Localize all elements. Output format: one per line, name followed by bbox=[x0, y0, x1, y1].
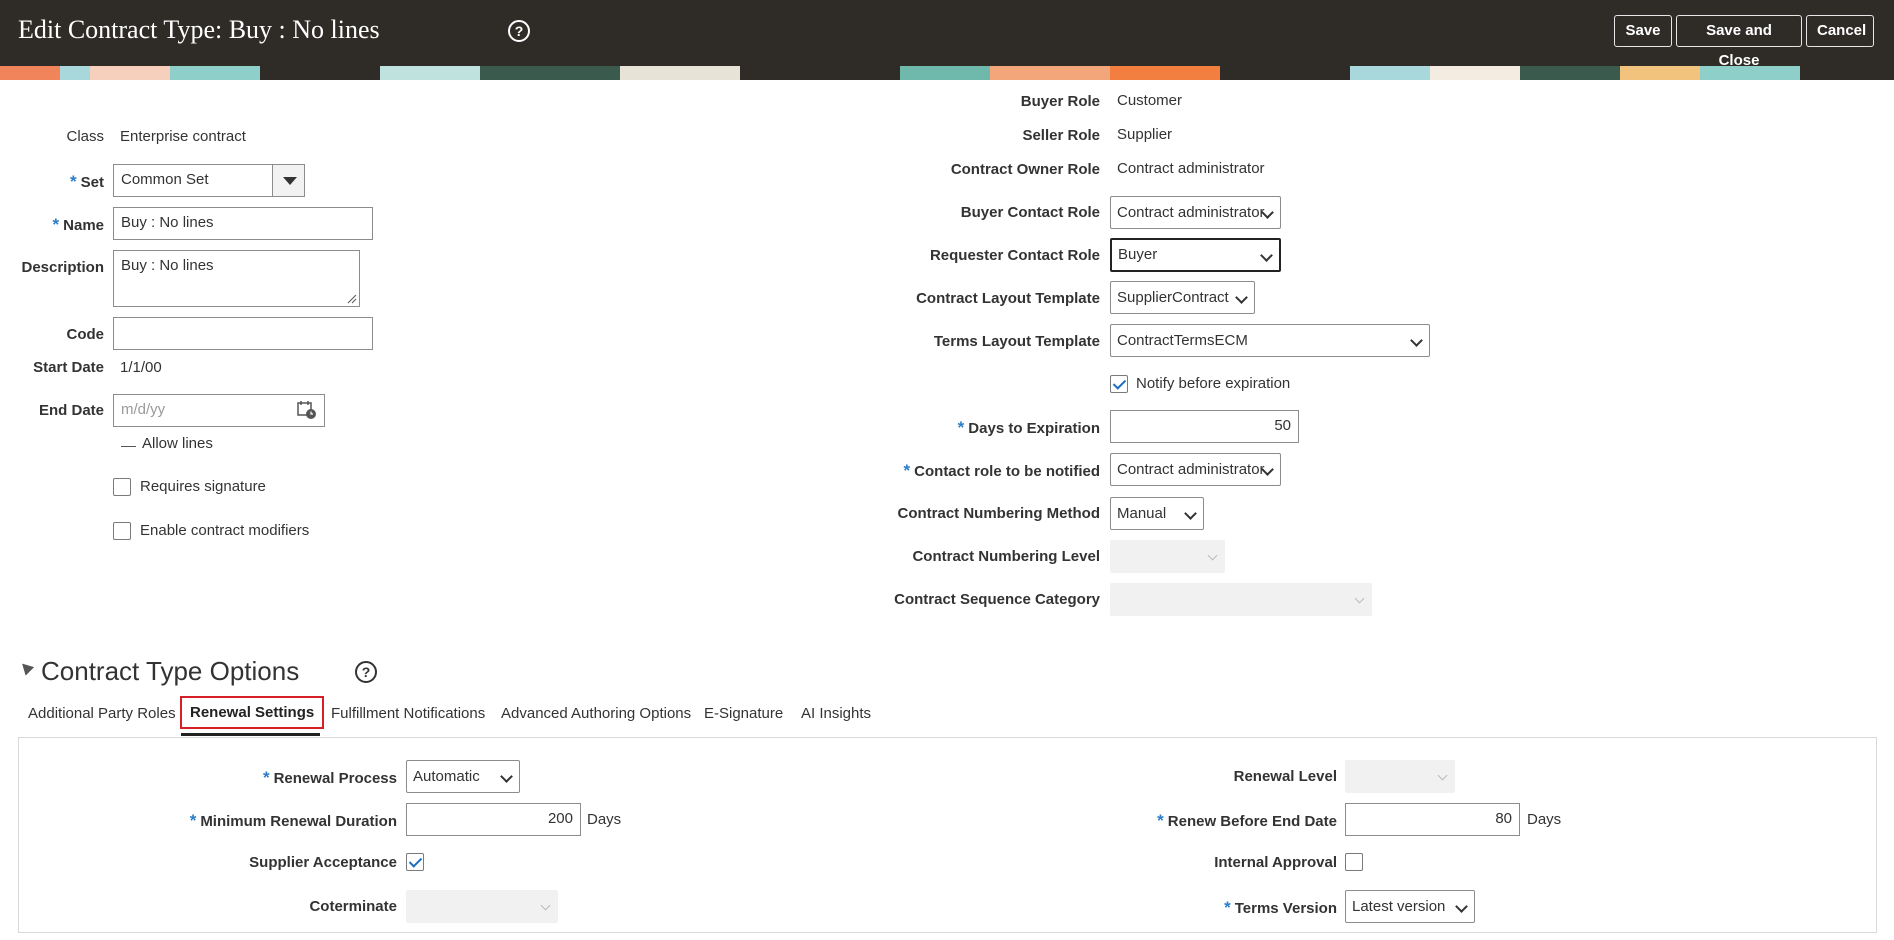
name-label: * Name bbox=[52, 215, 104, 234]
code-label: Code bbox=[66, 326, 105, 343]
internal-approval-label: Internal Approval bbox=[1214, 854, 1337, 871]
contract-numbering-level-select bbox=[1110, 540, 1225, 573]
renew-before-end-date-field[interactable]: 80 bbox=[1345, 803, 1520, 836]
contract-owner-role-value: Contract administrator bbox=[1117, 160, 1265, 177]
terms-version-label: * Terms Version bbox=[1224, 898, 1337, 917]
class-label: Class bbox=[66, 128, 104, 145]
coterminate-select bbox=[406, 890, 558, 923]
contract-numbering-level-label: Contract Numbering Level bbox=[912, 548, 1100, 565]
supplier-acceptance-label: Supplier Acceptance bbox=[249, 854, 397, 871]
renewal-level-label: Renewal Level bbox=[1233, 768, 1337, 785]
resize-handle-icon[interactable] bbox=[347, 294, 357, 304]
caret-down-icon bbox=[283, 177, 297, 185]
chevron-down-icon bbox=[1260, 249, 1273, 262]
buyer-role-value: Customer bbox=[1117, 92, 1183, 109]
chevron-down-icon bbox=[1235, 291, 1248, 304]
allow-lines-label: Allow lines bbox=[142, 435, 213, 452]
tab-renewal-settings[interactable]: Renewal Settings bbox=[180, 696, 325, 729]
notify-before-expiration-checkbox[interactable] bbox=[1110, 375, 1128, 393]
chevron-down-icon bbox=[500, 770, 513, 783]
renewal-level-select bbox=[1345, 760, 1455, 793]
enable-contract-modifiers-checkbox[interactable] bbox=[113, 522, 131, 540]
requester-contact-role-label: Requester Contact Role bbox=[929, 247, 1100, 264]
contract-type-options-heading: Contract Type Options bbox=[41, 656, 300, 686]
tab-advanced-authoring-options[interactable]: Advanced Authoring Options bbox=[501, 705, 691, 722]
contract-numbering-method-label: Contract Numbering Method bbox=[897, 505, 1101, 522]
chevron-down-icon bbox=[1437, 770, 1448, 781]
coterminate-label: Coterminate bbox=[309, 898, 397, 915]
description-label: Description bbox=[21, 259, 104, 276]
tab-additional-party-roles[interactable]: Additional Party Roles bbox=[28, 705, 176, 722]
cancel-button[interactable]: Cancel bbox=[1806, 15, 1874, 47]
start-date-value: 1/1/00 bbox=[120, 359, 162, 376]
tab-e-signature[interactable]: E-Signature bbox=[704, 705, 783, 722]
help-icon[interactable]: ? bbox=[508, 20, 530, 42]
renewal-process-label: * Renewal Process bbox=[262, 768, 397, 787]
chevron-down-icon bbox=[540, 900, 551, 911]
renewal-process-select[interactable]: Automatic bbox=[406, 760, 520, 793]
decorative-banner bbox=[0, 66, 1894, 80]
terms-layout-template-label: Terms Layout Template bbox=[933, 333, 1100, 350]
chevron-down-icon bbox=[1410, 334, 1423, 347]
renew-before-end-date-label: * Renew Before End Date bbox=[1157, 811, 1337, 830]
buyer-contact-role-label: Buyer Contact Role bbox=[960, 204, 1100, 221]
supplier-acceptance-checkbox[interactable] bbox=[406, 853, 424, 871]
description-field[interactable]: Buy : No lines bbox=[113, 250, 360, 307]
minimum-renewal-duration-label: * Minimum Renewal Duration bbox=[189, 811, 397, 830]
required-marker: * bbox=[70, 172, 77, 191]
chevron-down-icon bbox=[1455, 900, 1468, 913]
chevron-down-icon bbox=[1207, 550, 1218, 561]
buyer-contact-role-select[interactable]: Contract administrator bbox=[1110, 196, 1281, 229]
contract-owner-role-label: Contract Owner Role bbox=[950, 161, 1100, 178]
seller-role-label: Seller Role bbox=[1022, 127, 1100, 144]
tab-ai-insights[interactable]: AI Insights bbox=[801, 705, 871, 722]
contract-numbering-method-select[interactable]: Manual bbox=[1110, 497, 1204, 530]
requester-contact-role-select[interactable]: Buyer bbox=[1110, 238, 1281, 272]
end-date-label: End Date bbox=[38, 402, 104, 419]
section-help-icon[interactable]: ? bbox=[355, 661, 377, 683]
requires-signature-label[interactable]: Requires signature bbox=[140, 478, 266, 495]
collapse-triangle-icon[interactable] bbox=[17, 659, 35, 676]
chevron-down-icon bbox=[1184, 507, 1197, 520]
name-field[interactable]: Buy : No lines bbox=[113, 207, 373, 240]
contract-sequence-category-select bbox=[1110, 583, 1372, 616]
page-title: Edit Contract Type: Buy : No lines bbox=[18, 15, 380, 44]
code-field[interactable] bbox=[113, 317, 373, 350]
tab-fulfillment-notifications[interactable]: Fulfillment Notifications bbox=[331, 705, 485, 722]
minimum-renewal-duration-field[interactable]: 200 bbox=[406, 803, 581, 836]
terms-layout-template-select[interactable]: ContractTermsECM bbox=[1110, 324, 1430, 357]
days-to-expiration-label: * Days to Expiration bbox=[957, 418, 1100, 437]
start-date-label: Start Date bbox=[33, 359, 104, 376]
renew-before-end-date-unit: Days bbox=[1527, 811, 1562, 828]
enable-contract-modifiers-label[interactable]: Enable contract modifiers bbox=[140, 522, 309, 539]
calendar-icon[interactable] bbox=[296, 399, 318, 421]
contact-role-to-be-notified-label: * Contact role to be notified bbox=[903, 461, 1100, 480]
page-header: Edit Contract Type: Buy : No lines ? Sav… bbox=[0, 0, 1894, 69]
save-and-close-button[interactable]: Save and Close bbox=[1676, 15, 1802, 69]
contract-layout-template-label: Contract Layout Template bbox=[916, 290, 1100, 307]
disabled-checkbox-dash-icon bbox=[121, 446, 136, 447]
contract-layout-template-select[interactable]: SupplierContract bbox=[1110, 281, 1255, 314]
seller-role-value: Supplier bbox=[1117, 126, 1173, 143]
save-button[interactable]: Save bbox=[1614, 15, 1672, 47]
terms-version-select[interactable]: Latest version bbox=[1345, 890, 1475, 923]
internal-approval-checkbox[interactable] bbox=[1345, 853, 1363, 871]
set-label: * Set bbox=[70, 172, 104, 191]
set-dropdown-button[interactable] bbox=[272, 164, 305, 197]
contract-sequence-category-label: Contract Sequence Category bbox=[894, 591, 1100, 608]
contact-role-to-be-notified-select[interactable]: Contract administrator bbox=[1110, 453, 1281, 486]
set-combobox[interactable]: Common Set bbox=[113, 164, 273, 197]
end-date-field[interactable]: m/d/yy bbox=[113, 394, 325, 427]
chevron-down-icon bbox=[1354, 593, 1365, 604]
minimum-renewal-duration-unit: Days bbox=[587, 811, 622, 828]
requires-signature-checkbox[interactable] bbox=[113, 478, 131, 496]
active-tab-underline bbox=[181, 733, 320, 736]
buyer-role-label: Buyer Role bbox=[1020, 93, 1100, 110]
class-value: Enterprise contract bbox=[120, 128, 246, 145]
days-to-expiration-field[interactable]: 50 bbox=[1110, 410, 1299, 443]
notify-before-expiration-label[interactable]: Notify before expiration bbox=[1136, 375, 1290, 392]
